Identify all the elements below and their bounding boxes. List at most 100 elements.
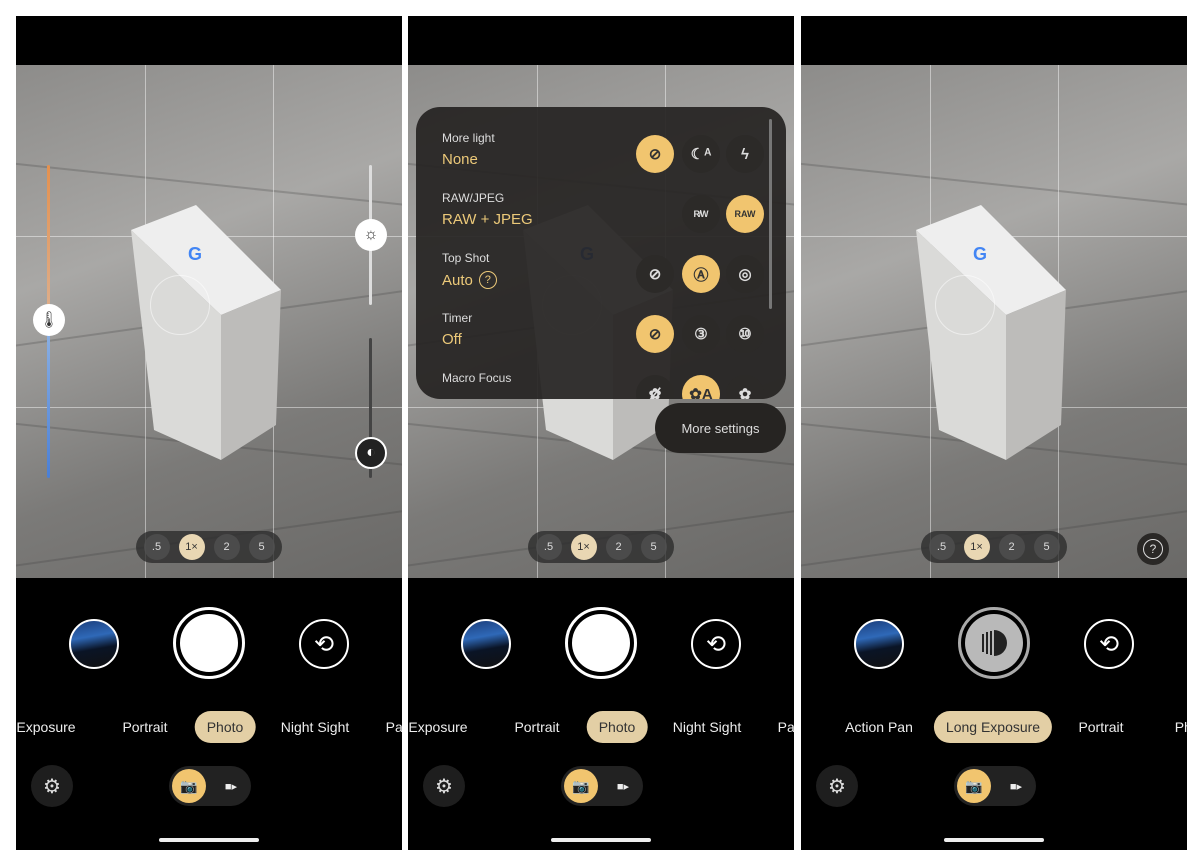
macro-auto-icon[interactable]: ✿A bbox=[682, 375, 720, 399]
photo-video-toggle[interactable]: 📷 ■▸ bbox=[954, 766, 1036, 806]
viewfinder[interactable]: G 🌡 ☼ ◐ bbox=[16, 65, 402, 578]
mode-portrait[interactable]: Portrait bbox=[110, 711, 179, 743]
camera-icon[interactable]: 📷 bbox=[564, 769, 598, 803]
shutter-button[interactable] bbox=[173, 607, 245, 679]
setting-value-text: None bbox=[442, 151, 478, 168]
setting-value-text: RAW + JPEG bbox=[442, 211, 533, 228]
camera-icon[interactable]: 📷 bbox=[172, 769, 206, 803]
video-icon[interactable]: ■▸ bbox=[221, 776, 241, 796]
raw-off-icon[interactable]: R̸W bbox=[682, 195, 720, 233]
mode-photo[interactable]: Photo bbox=[194, 711, 256, 743]
gear-camera-icon[interactable]: ⚙ bbox=[31, 765, 73, 807]
gallery-thumbnail[interactable] bbox=[461, 619, 511, 669]
home-indicator[interactable] bbox=[944, 838, 1044, 842]
flash-icon[interactable]: ϟ bbox=[726, 135, 764, 173]
zoom-3[interactable]: 5 bbox=[248, 534, 275, 560]
no-flash-icon[interactable]: ⊘ bbox=[636, 135, 674, 173]
home-indicator[interactable] bbox=[551, 838, 651, 842]
zoom-2[interactable]: 2 bbox=[998, 534, 1025, 560]
setting-label: RAW/JPEG bbox=[442, 191, 505, 205]
setting-top-shot: Top Shot Auto? bbox=[442, 251, 497, 289]
gallery-thumbnail[interactable] bbox=[69, 619, 119, 669]
mode-selector: Exposure Portrait Photo Night Sight Pano bbox=[16, 711, 402, 743]
more-settings-button[interactable]: More settings bbox=[655, 403, 786, 453]
focus-ring bbox=[935, 275, 995, 335]
zoom-0[interactable]: .5 bbox=[928, 534, 955, 560]
quick-settings-panel: More light None ⊘ ☾ᴬ ϟ RAW/JPEG RAW + JPEG R̸W R… bbox=[416, 107, 786, 399]
night-auto-icon[interactable]: ☾ᴬ bbox=[682, 135, 720, 173]
shutter-button[interactable] bbox=[958, 607, 1030, 679]
timer-3-icon[interactable]: ③ bbox=[682, 315, 720, 353]
mode-action-pan[interactable]: Action Pan bbox=[833, 711, 925, 743]
mode-night-sight[interactable]: Night Sight bbox=[269, 711, 361, 743]
raw-icon[interactable]: RAW bbox=[726, 195, 764, 233]
zoom-selector: .5 1× 2 5 bbox=[921, 531, 1067, 563]
mode-photo[interactable]: Photo bbox=[586, 711, 648, 743]
zoom-3[interactable]: 5 bbox=[1033, 534, 1060, 560]
sun-icon[interactable]: ☼ bbox=[355, 219, 387, 251]
setting-timer: Timer Off bbox=[442, 311, 472, 348]
zoom-2[interactable]: 2 bbox=[605, 534, 632, 560]
top-shot-off-icon[interactable]: ⊘ bbox=[636, 255, 674, 293]
setting-label: More light bbox=[442, 131, 495, 145]
product-box: G bbox=[911, 205, 1071, 465]
mode-exposure[interactable]: Exposure bbox=[408, 711, 480, 743]
gear-camera-icon[interactable]: ⚙ bbox=[423, 765, 465, 807]
zoom-1[interactable]: 1× bbox=[178, 534, 205, 560]
shutter-inner bbox=[180, 614, 238, 672]
zoom-2[interactable]: 2 bbox=[213, 534, 240, 560]
mode-pano[interactable]: Pano bbox=[766, 711, 794, 743]
scrollbar[interactable] bbox=[769, 119, 772, 309]
mode-night-sight[interactable]: Night Sight bbox=[661, 711, 753, 743]
setting-value: RAW + JPEG bbox=[442, 211, 533, 228]
shutter-button[interactable] bbox=[565, 607, 637, 679]
phone-screen-1: G 🌡 ☼ ◐ .5 1× 2 5 ⟲ Exposure Portrait Photo Night Si… bbox=[16, 16, 402, 850]
zoom-selector: .5 1× 2 5 bbox=[528, 531, 674, 563]
switch-camera-button[interactable]: ⟲ bbox=[1084, 619, 1134, 669]
top-shot-on-icon[interactable]: ◎ bbox=[726, 255, 764, 293]
zoom-1[interactable]: 1× bbox=[963, 534, 990, 560]
mode-selector: Exposure Portrait Photo Night Sight Pano bbox=[408, 711, 794, 743]
zoom-0[interactable]: .5 bbox=[535, 534, 562, 560]
photo-video-toggle[interactable]: 📷 ■▸ bbox=[561, 766, 643, 806]
mode-exposure[interactable]: Exposure bbox=[16, 711, 88, 743]
camera-icon[interactable]: 📷 bbox=[957, 769, 991, 803]
setting-value-text: Off bbox=[442, 331, 462, 348]
video-icon[interactable]: ■▸ bbox=[613, 776, 633, 796]
gallery-thumbnail[interactable] bbox=[854, 619, 904, 669]
long-exposure-icon bbox=[965, 614, 1023, 672]
help-button[interactable]: ? bbox=[1137, 533, 1169, 565]
setting-label: Timer bbox=[442, 311, 473, 325]
video-icon[interactable]: ■▸ bbox=[1006, 776, 1026, 796]
contrast-icon[interactable]: ◐ bbox=[355, 437, 387, 469]
setting-label: Macro Focus bbox=[442, 371, 512, 385]
thermometer-icon[interactable]: 🌡 bbox=[33, 304, 65, 336]
mode-photo[interactable]: Photo bbox=[1163, 711, 1187, 743]
timer-10-icon[interactable]: ⑩ bbox=[726, 315, 764, 353]
zoom-1[interactable]: 1× bbox=[570, 534, 597, 560]
mode-portrait[interactable]: Portrait bbox=[1066, 711, 1135, 743]
mode-portrait[interactable]: Portrait bbox=[502, 711, 571, 743]
help-icon[interactable]: ? bbox=[478, 271, 497, 289]
svg-text:G: G bbox=[188, 244, 202, 264]
mode-long-exposure[interactable]: Long Exposure bbox=[933, 711, 1053, 743]
zoom-3[interactable]: 5 bbox=[640, 534, 667, 560]
switch-camera-button[interactable]: ⟲ bbox=[299, 619, 349, 669]
macro-off-icon[interactable]: ✿̸ bbox=[636, 375, 674, 399]
setting-more-light: More light None bbox=[442, 131, 495, 168]
timer-off-icon[interactable]: ⊘ bbox=[636, 315, 674, 353]
home-indicator[interactable] bbox=[159, 838, 259, 842]
viewfinder[interactable]: G bbox=[801, 65, 1187, 578]
setting-macro-focus: Macro Focus bbox=[442, 371, 511, 385]
top-shot-auto-icon[interactable]: Ⓐ bbox=[682, 255, 720, 293]
zoom-selector: .5 1× 2 5 bbox=[136, 531, 282, 563]
gear-long-exposure-icon[interactable]: ⚙ bbox=[816, 765, 858, 807]
phone-screen-2: GMore lightNone⊘☾ᴬϟRAW/JPEGRAW + JPEGR̸W… bbox=[408, 16, 794, 850]
photo-video-toggle[interactable]: 📷 ■▸ bbox=[169, 766, 251, 806]
zoom-0[interactable]: .5 bbox=[143, 534, 170, 560]
switch-camera-button[interactable]: ⟲ bbox=[691, 619, 741, 669]
mode-pano[interactable]: Pano bbox=[374, 711, 402, 743]
setting-value: Off bbox=[442, 331, 472, 348]
macro-on-icon[interactable]: ✿ bbox=[726, 375, 764, 399]
mode-selector: Action PanLong Exposure Portrait Photo bbox=[801, 711, 1187, 743]
